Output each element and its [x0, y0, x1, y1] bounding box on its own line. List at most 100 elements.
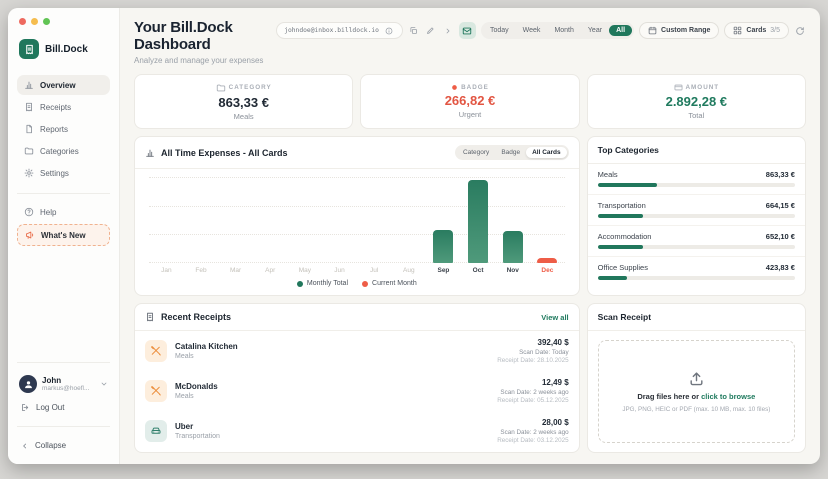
bar-oct [468, 180, 488, 263]
receipt-merchant: Uber [175, 422, 220, 431]
user-email: markus@hoefl... [42, 385, 94, 392]
utensils-icon [145, 340, 167, 362]
category-progress-track [598, 214, 795, 218]
expenses-chart-card: All Time Expenses - All Cards CategoryBa… [134, 136, 580, 296]
custom-range-label: Custom Range [661, 27, 710, 34]
scan-receipt-title: Scan Receipt [588, 304, 805, 331]
receipt-date: Receipt Date: 05.12.2025 [497, 397, 568, 404]
chevron-down-icon [100, 380, 108, 388]
chevron-right-icon[interactable] [442, 25, 454, 37]
edit-email-button[interactable] [425, 25, 437, 37]
upload-icon [688, 370, 705, 387]
cards-selector-button[interactable]: Cards 3/5 [724, 22, 789, 39]
close-window-button[interactable] [19, 18, 26, 25]
scan-receipt-card: Scan Receipt Drag files here or click to… [587, 303, 806, 453]
category-progress-fill [598, 276, 628, 280]
sidebar-item-what-s-new[interactable]: What's New [17, 224, 110, 246]
receipt-row-mcdonalds[interactable]: McDonaldsMeals12,49 $Scan Date: 2 weeks … [135, 371, 579, 411]
category-progress-fill [598, 183, 657, 187]
stat-label: AMOUNT [674, 83, 720, 92]
user-menu[interactable]: John markus@hoefl... [17, 371, 110, 397]
stat-label: BADGE [451, 84, 489, 91]
logout-icon [21, 403, 30, 412]
receipt-category: Meals [175, 353, 238, 360]
chevron-left-icon [21, 442, 29, 450]
custom-range-button[interactable]: Custom Range [639, 22, 719, 39]
logout-button[interactable]: Log Out [17, 397, 110, 418]
category-value: 652,10 € [766, 232, 795, 241]
legend-dot [362, 281, 368, 287]
mail-inbox-button[interactable] [459, 22, 476, 39]
collapse-label: Collapse [35, 441, 66, 450]
period-today[interactable]: Today [483, 25, 516, 36]
stat-sublabel: Meals [234, 112, 254, 121]
receipt-scan-date: Scan Date: Today [497, 349, 568, 356]
inbox-email: johndoe@inbox.billdock.io [284, 27, 379, 34]
sidebar-item-receipts[interactable]: Receipts [17, 97, 110, 117]
category-progress-fill [598, 214, 643, 218]
page-title: Your Bill.Dock Dashboard [134, 19, 276, 53]
stat-sublabel: Urgent [459, 110, 482, 119]
period-week[interactable]: Week [516, 25, 548, 36]
chart-toggle-category[interactable]: Category [457, 147, 495, 158]
utensils-icon [145, 380, 167, 402]
zoom-window-button[interactable] [43, 18, 50, 25]
x-tick-sep: Sep [426, 267, 461, 274]
receipt-category: Meals [175, 393, 218, 400]
category-row-accommodation: Accommodation652,10 € [588, 226, 805, 257]
category-name: Transportation [598, 201, 646, 210]
card-icon [674, 83, 683, 92]
sidebar-item-label: What's New [41, 231, 86, 240]
sidebar-item-label: Help [40, 208, 56, 217]
receipt-merchant: Catalina Kitchen [175, 342, 238, 351]
copy-email-button[interactable] [408, 25, 420, 37]
receipt-icon [24, 102, 34, 112]
category-name: Meals [598, 170, 618, 179]
stat-sublabel: Total [688, 111, 704, 120]
megaphone-icon [25, 230, 35, 240]
logout-label: Log Out [36, 403, 64, 412]
sidebar: Bill.Dock OverviewReceiptsReports Categor… [8, 8, 120, 464]
x-tick-nov: Nov [495, 267, 530, 274]
sidebar-item-label: Categories [40, 147, 79, 156]
sidebar-secondary-nav: Help What's New [17, 202, 110, 248]
chart-toggle-badge[interactable]: Badge [495, 147, 526, 158]
collapse-sidebar-button[interactable]: Collapse [17, 435, 110, 456]
top-categories-list: Meals863,33 €Transportation664,15 €Accom… [588, 164, 805, 287]
sidebar-divider [17, 426, 110, 427]
legend-current-month: Current Month [362, 280, 417, 287]
user-name: John [42, 376, 95, 385]
period-all[interactable]: All [609, 25, 632, 36]
browse-link[interactable]: click to browse [701, 392, 755, 401]
sidebar-item-reports[interactable]: Reports [17, 119, 110, 139]
receipt-row-uber[interactable]: UberTransportation28,00 $Scan Date: 2 we… [135, 411, 579, 451]
help-icon [24, 207, 34, 217]
sidebar-item-help[interactable]: Help [17, 202, 110, 222]
refresh-button[interactable] [794, 25, 806, 37]
inbox-email-pill[interactable]: johndoe@inbox.billdock.io [276, 22, 403, 39]
billdock-logo-icon [19, 39, 39, 59]
view-all-link[interactable]: View all [541, 313, 568, 322]
minimize-window-button[interactable] [31, 18, 38, 25]
legend-dot [297, 281, 303, 287]
file-dropzone[interactable]: Drag files here or click to browse JPG, … [598, 340, 795, 443]
receipt-row-catalina-kitchen[interactable]: Catalina KitchenMeals392,40 $Scan Date: … [135, 331, 579, 371]
receipt-date: Receipt Date: 03.12.2025 [497, 437, 568, 444]
main-content: Your Bill.Dock Dashboard Analyze and man… [120, 8, 820, 464]
folder-icon [216, 83, 226, 93]
sidebar-item-overview[interactable]: Overview [17, 75, 110, 95]
x-tick-oct: Oct [461, 267, 496, 274]
stat-card-category: CATEGORY863,33 €Meals [134, 74, 353, 129]
dropzone-drag-label: Drag files here or [637, 392, 699, 401]
legend-monthly-total: Monthly Total [297, 280, 348, 287]
chart-toggle-all-cards[interactable]: All Cards [526, 147, 567, 158]
x-tick-jun: Jun [322, 267, 357, 274]
period-year[interactable]: Year [581, 25, 609, 36]
category-value: 423,83 € [766, 263, 795, 272]
period-month[interactable]: Month [547, 25, 580, 36]
chart-legend: Monthly Total Current Month [135, 274, 579, 295]
avatar [19, 375, 37, 393]
sidebar-item-settings[interactable]: Settings [17, 163, 110, 183]
brand-logo: Bill.Dock [19, 39, 110, 59]
sidebar-item-categories[interactable]: Categories [17, 141, 110, 161]
